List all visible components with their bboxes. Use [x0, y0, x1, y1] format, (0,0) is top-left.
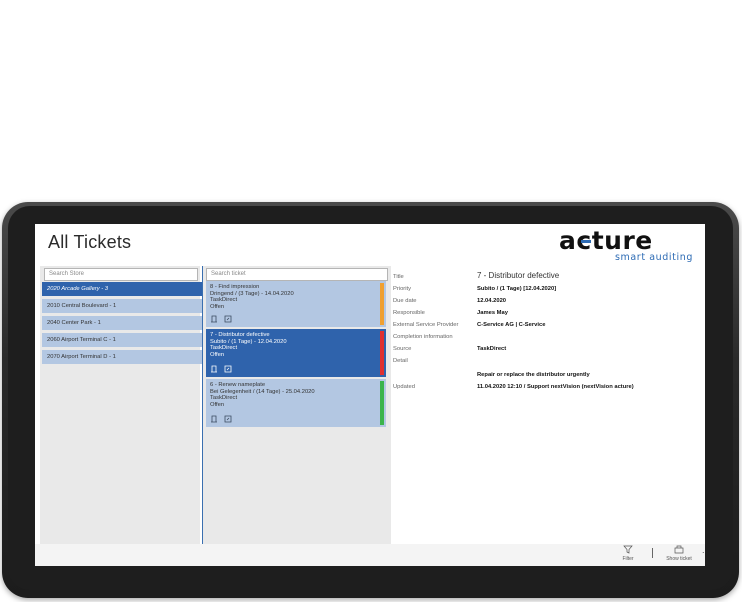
detail-title-label: Title: [393, 274, 404, 280]
command-bar-divider: [652, 548, 653, 558]
detail-responsible-label: Responsible: [393, 310, 425, 316]
open-ticket-icon[interactable]: [210, 315, 218, 323]
ticket-title: 7 - Distributor defective: [210, 332, 270, 338]
app-screen: All Tickets acture smart auditing Search…: [35, 224, 705, 566]
page-title: All Tickets: [48, 232, 132, 252]
show-ticket-label: Show ticket: [666, 556, 692, 562]
ticket-card[interactable]: 6 - Renew nameplate Bei Gelegenheit / (1…: [206, 379, 386, 427]
ticket-search-input[interactable]: Search ticket: [206, 268, 388, 281]
detail-esp-value: C-Service AG | C-Service: [477, 322, 546, 328]
ticket-list-panel: Search ticket 8 - Find impression Dringe…: [202, 266, 392, 544]
ticket-priority: Bei Gelegenheit / (14 Tage) - 25.04.2020: [210, 388, 315, 395]
detail-due-label: Due date: [393, 298, 417, 304]
detail-priority-value: Subito / (1 Tage) [12.04.2020]: [477, 286, 557, 292]
store-list-panel: Search Store 2020 Arcade Gallery - 3 201…: [40, 266, 202, 544]
filter-button[interactable]: Filter: [615, 545, 641, 562]
edit-ticket-icon[interactable]: [224, 315, 232, 323]
ticket-priority: Dringend / (3 Tage) - 14.04.2020: [210, 290, 294, 297]
ticket-status: Offen: [210, 303, 225, 310]
ticket-title: 8 - Find impression: [210, 284, 260, 290]
store-item-arcade-gallery[interactable]: 2020 Arcade Gallery - 3: [42, 282, 202, 296]
logo-wordmark: acture: [559, 226, 653, 255]
detail-esp-label: External Service Provider: [393, 322, 459, 328]
edit-ticket-icon[interactable]: [224, 365, 232, 373]
show-ticket-icon: [674, 545, 684, 554]
ticket-detail-panel: Title 7 - Distributor defective Priority…: [391, 266, 705, 544]
store-item-airport-terminal-c[interactable]: 2060 Airport Terminal C - 1: [42, 333, 202, 347]
ticket-source: TaskDirect: [210, 395, 238, 402]
ticket-status: Offen: [210, 401, 225, 408]
filter-label: Filter: [622, 556, 634, 562]
detail-detail-label: Detail: [393, 358, 408, 364]
acture-logo: acture smart auditing: [559, 226, 693, 264]
detail-completion-label: Completion information: [393, 334, 453, 340]
more-options-button[interactable]: ...: [702, 545, 705, 555]
detail-updated-label: Updated: [393, 384, 415, 390]
priority-stripe: [380, 381, 384, 425]
store-search-input[interactable]: Search Store: [44, 268, 198, 281]
store-item-central-boulevard[interactable]: 2010 Central Boulevard - 1: [42, 299, 202, 313]
detail-updated-value: 11.04.2020 12:10 / Support nextVision (n…: [477, 384, 634, 390]
show-ticket-button[interactable]: Show ticket: [659, 545, 699, 562]
store-item-airport-terminal-d[interactable]: 2070 Airport Terminal D - 1: [42, 350, 202, 364]
detail-detail-value: Repair or replace the distributor urgent…: [477, 372, 590, 378]
ticket-priority: Subito / (1 Tage) - 12.04.2020: [210, 338, 287, 345]
logo-tagline: smart auditing: [614, 252, 693, 263]
command-bar: Filter Show ticket ...: [35, 544, 705, 566]
ticket-title: 6 - Renew nameplate: [210, 382, 266, 388]
detail-priority-label: Priority: [393, 286, 412, 292]
filter-icon: [623, 545, 633, 554]
store-item-center-park[interactable]: 2040 Center Park - 1: [42, 316, 202, 330]
detail-due-value: 12.04.2020: [477, 298, 507, 304]
detail-source-value: TaskDirect: [477, 346, 507, 352]
logo-accent-bar: [581, 240, 591, 243]
detail-title-value: 7 - Distributor defective: [477, 271, 560, 280]
ticket-status: Offen: [210, 351, 225, 358]
ticket-card-selected[interactable]: 7 - Distributor defective Subito / (1 Ta…: [206, 329, 386, 377]
open-ticket-icon[interactable]: [210, 415, 218, 423]
priority-stripe: [380, 283, 384, 325]
detail-source-label: Source: [393, 346, 412, 352]
ticket-source: TaskDirect: [210, 297, 238, 304]
ticket-card[interactable]: 8 - Find impression Dringend / (3 Tage) …: [206, 281, 386, 327]
edit-ticket-icon[interactable]: [224, 415, 232, 423]
ticket-source: TaskDirect: [210, 345, 238, 352]
priority-stripe: [380, 331, 384, 375]
open-ticket-icon[interactable]: [210, 365, 218, 373]
detail-responsible-value: James May: [477, 310, 508, 316]
